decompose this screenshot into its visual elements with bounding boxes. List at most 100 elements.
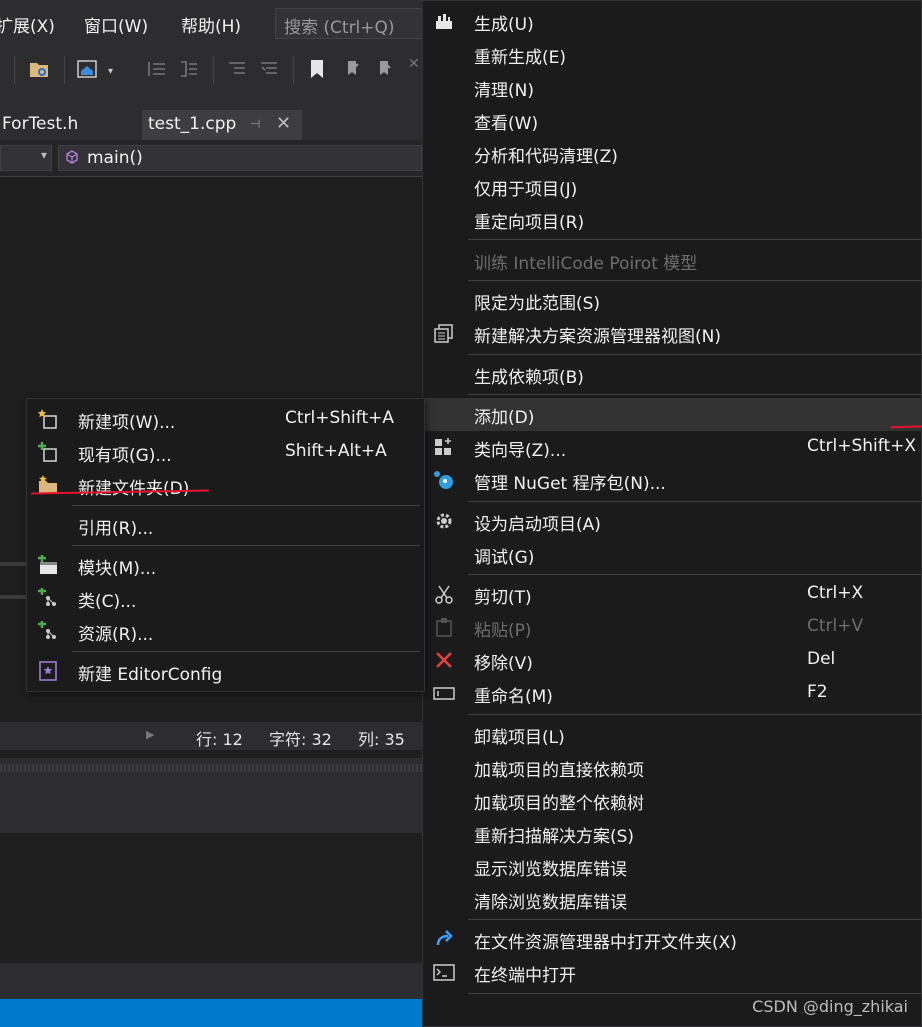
menu-item-class[interactable]: 类(C)... [27,582,424,615]
menu-item-add[interactable]: 添加(D) [423,398,921,431]
clear-bookmarks-icon[interactable]: ✕ [408,56,420,72]
tab-test-1-cpp[interactable]: test_1.cpp ⊣ ✕ [142,110,302,140]
menu-item-rescan[interactable]: 重新扫描解决方案(S) [423,817,921,850]
menu-label: 重定向项目(R) [474,213,585,233]
output-panel [0,758,422,833]
menu-item-new-folder[interactable]: 新建文件夹(D) [27,469,424,502]
menu-item-existing-item[interactable]: 现有项(G)... Shift+Alt+A [27,436,424,469]
function-cube-icon [66,150,78,164]
menu-item-editorconfig[interactable]: 新建 EditorConfig [27,655,424,688]
menu-shortcut: Ctrl+Shift+X [807,436,917,456]
menu-item-new-view[interactable]: 新建解决方案资源管理器视图(N) [423,317,921,350]
menu-item-open-in-explorer[interactable]: 在文件资源管理器中打开文件夹(X) [423,923,921,956]
menu-label: 重新生成(E) [474,48,567,68]
search-input[interactable]: 搜索 (Ctrl+Q) [275,8,425,39]
menu-label: 新建解决方案资源管理器视图(N) [474,327,721,347]
menu-item-show-db-errors[interactable]: 显示浏览数据库错误 [423,850,921,883]
build-icon [436,14,452,29]
menu-label: 重新扫描解决方案(S) [474,827,635,847]
menu-separator [468,394,922,395]
scope-dropdown[interactable]: ▾ [0,145,52,171]
menu-item-class-wizard[interactable]: 类向导(Z)... Ctrl+Shift+X [423,431,921,464]
indent-icon[interactable] [146,58,168,80]
menu-separator [468,354,922,355]
menu-separator [468,714,922,715]
menu-label: 生成(U) [474,15,534,35]
menu-window[interactable]: 窗口(W) [84,12,148,37]
outdent-icon[interactable] [178,58,200,80]
menu-label: 清理(N) [474,81,534,101]
panel-grip[interactable] [0,764,422,772]
menu-label: 重命名(M) [474,687,553,707]
class-wizard-icon [435,438,451,455]
menu-help[interactable]: 帮助(H) [181,12,241,37]
menu-item-scope[interactable]: 限定为此范围(S) [423,284,921,317]
col-indicator: 列: 35 [358,730,405,749]
menu-separator [72,651,420,652]
new-view-icon [434,324,453,343]
prev-bookmark-icon[interactable] [342,58,364,80]
member-dropdown[interactable]: main() [58,145,422,171]
menu-item-module[interactable]: 模块(M)... [27,549,424,582]
redirect-arrow-icon [436,930,453,946]
menu-item-project-only[interactable]: 仅用于项目(J) [423,170,921,203]
menu-separator [468,919,922,920]
menu-item-new-item[interactable]: 新建项(W)... Ctrl+Shift+A [27,403,424,436]
scroll-right-icon[interactable]: ▶ [146,728,154,741]
menu-label: 现有项(G)... [78,446,172,466]
menu-item-build[interactable]: 生成(U) [423,5,921,38]
tab-fortest-h[interactable]: ForTest.h [0,110,85,140]
menu-shortcut: Ctrl+X [807,583,864,603]
menu-item-clear-db-errors[interactable]: 清除浏览数据库错误 [423,883,921,916]
menu-item-unload[interactable]: 卸载项目(L) [423,718,921,751]
pin-icon[interactable]: ⊣ [250,117,260,131]
toolbar-separator [293,56,294,84]
module-icon [38,555,57,574]
menu-label: 加载项目的直接依赖项 [474,761,644,781]
dropdown-icon[interactable]: ▾ [108,66,113,77]
menu-item-paste: 粘贴(P) Ctrl+V [423,611,921,644]
menu-item-cut[interactable]: 剪切(T) Ctrl+X [423,578,921,611]
menu-item-reference[interactable]: 引用(R)... [27,509,424,542]
menu-item-load-dep-tree[interactable]: 加载项目的整个依赖树 [423,784,921,817]
menu-item-analyze[interactable]: 分析和代码清理(Z) [423,137,921,170]
menu-separator [72,545,420,546]
menu-item-clean[interactable]: 清理(N) [423,71,921,104]
menu-item-rebuild[interactable]: 重新生成(E) [423,38,921,71]
menu-item-nuget[interactable]: 管理 NuGet 程序包(N)... [423,464,921,497]
menu-label: 训练 IntelliCode Poirot 模型 [474,254,698,274]
close-x-icon [436,652,452,668]
menu-label: 清除浏览数据库错误 [474,893,627,913]
menu-separator [468,280,922,281]
status-bar [0,999,422,1027]
toolbar: ▾ ✕ [0,48,422,92]
nuget-icon [434,471,453,489]
existing-item-icon [38,442,57,462]
bookmark-icon[interactable] [306,58,328,80]
menu-item-set-startup[interactable]: 设为启动项目(A) [423,505,921,538]
rename-icon [433,687,455,700]
menu-label: 在文件资源管理器中打开文件夹(X) [474,933,737,953]
menu-item-open-in-terminal[interactable]: 在终端中打开 [423,956,921,989]
menu-item-retarget[interactable]: 重定向项目(R) [423,203,921,236]
menu-item-load-direct-deps[interactable]: 加载项目的直接依赖项 [423,751,921,784]
menu-separator [468,993,922,994]
uncomment-icon[interactable] [258,58,280,80]
close-icon[interactable]: ✕ [276,113,291,134]
next-bookmark-icon[interactable] [374,58,396,80]
menu-item-build-deps[interactable]: 生成依赖项(B) [423,358,921,391]
menu-item-remove[interactable]: 移除(V) Del [423,644,921,677]
home-icon[interactable] [76,58,98,80]
menu-item-view[interactable]: 查看(W) [423,104,921,137]
menu-item-resource[interactable]: 资源(R)... [27,615,424,648]
tab-bar: ForTest.h test_1.cpp ⊣ ✕ [0,92,422,140]
menu-item-rename[interactable]: 重命名(M) F2 [423,677,921,710]
comment-icon[interactable] [226,58,248,80]
menu-separator [72,505,420,506]
menu-item-debug[interactable]: 调试(G) [423,538,921,571]
terminal-icon [433,964,455,981]
menu-label: 调试(G) [474,548,535,568]
open-folder-icon[interactable] [28,58,50,80]
menu-label: 加载项目的整个依赖树 [474,794,644,814]
menu-extensions[interactable]: 扩展(X) [0,12,55,37]
